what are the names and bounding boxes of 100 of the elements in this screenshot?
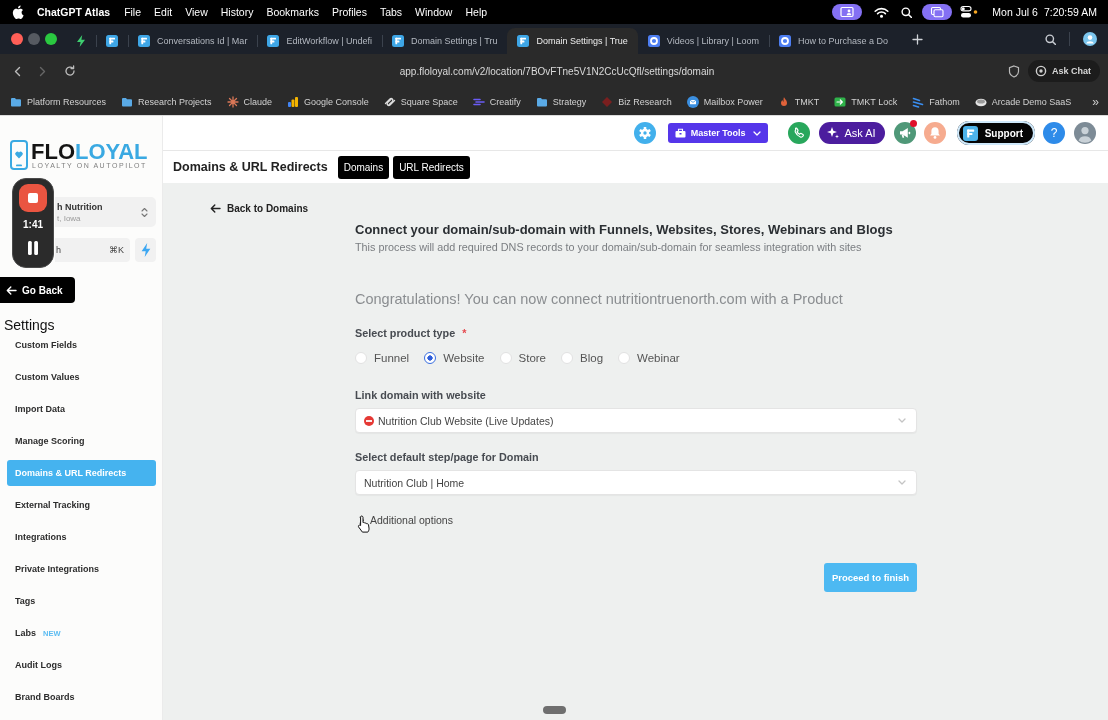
search-icon[interactable] bbox=[1045, 33, 1056, 45]
browser-tab[interactable]: EditWorkflow | Undefi bbox=[257, 28, 383, 54]
app-logo-icon bbox=[392, 35, 405, 47]
reload-icon[interactable] bbox=[64, 65, 76, 77]
menu-item[interactable]: View bbox=[185, 6, 208, 18]
envelope-icon bbox=[686, 95, 699, 108]
sidebar-item[interactable]: Manage Scoring bbox=[7, 428, 156, 454]
location-name: h Nutrition bbox=[57, 201, 104, 212]
sidebar-item[interactable]: Tags bbox=[7, 588, 156, 614]
bookmark[interactable]: Claude bbox=[226, 95, 273, 108]
page-select[interactable]: Nutrition Club | Home bbox=[355, 470, 917, 495]
ask-chat-button[interactable]: Ask Chat bbox=[1028, 60, 1100, 82]
browser-tab[interactable]: Conversations Id | Mar bbox=[128, 28, 258, 54]
help-button[interactable]: ? bbox=[1043, 122, 1065, 144]
ring-icon bbox=[778, 35, 791, 47]
sidebar-item[interactable]: Brand Boards bbox=[7, 684, 156, 710]
sidebar-item[interactable]: External Tracking bbox=[7, 492, 156, 518]
maximize-icon[interactable] bbox=[45, 33, 57, 45]
search-input[interactable]: h bbox=[56, 245, 109, 255]
bookmark[interactable]: Fathom bbox=[912, 95, 960, 108]
radio-button[interactable] bbox=[424, 352, 437, 364]
bar-chart-icon bbox=[287, 95, 300, 108]
radio-label[interactable]: Webinar bbox=[637, 352, 680, 364]
menu-item[interactable]: Edit bbox=[154, 6, 173, 18]
close-icon[interactable] bbox=[11, 33, 23, 45]
page-title: Domains & URL Redirects bbox=[173, 160, 328, 174]
nav-tab[interactable]: Domains bbox=[337, 155, 390, 179]
bookmark[interactable]: Research Projects bbox=[121, 95, 212, 108]
back-icon[interactable] bbox=[14, 65, 21, 77]
menu-item[interactable]: Bookmarks bbox=[266, 6, 319, 18]
required-mark: * bbox=[462, 327, 467, 340]
back-link[interactable]: Back to Domains bbox=[210, 201, 309, 216]
menu-item[interactable]: History bbox=[220, 6, 254, 18]
folder-icon bbox=[121, 95, 134, 108]
megaphone-icon[interactable] bbox=[893, 122, 916, 144]
app-menu[interactable]: ChatGPT Atlas bbox=[37, 6, 111, 18]
ask-ai-button[interactable]: Ask AI bbox=[819, 122, 885, 144]
browser-tab[interactable]: Domain Settings | True bbox=[507, 28, 638, 54]
app-logo-icon bbox=[106, 35, 118, 47]
shield-icon[interactable] bbox=[1008, 64, 1020, 78]
master-tools-button[interactable]: Master Tools bbox=[667, 123, 769, 143]
sidebar-item[interactable]: Custom Values bbox=[7, 364, 156, 390]
pause-icon[interactable] bbox=[27, 240, 39, 256]
menu-item[interactable]: Window bbox=[415, 6, 453, 18]
radio-label[interactable]: Website bbox=[443, 352, 485, 364]
control-center-icon[interactable] bbox=[960, 5, 979, 19]
bookmark[interactable]: Square Space bbox=[383, 95, 458, 108]
radio-label[interactable]: Funnel bbox=[374, 352, 410, 364]
shortcut-hint: ⌘K bbox=[109, 245, 124, 255]
windows-icon[interactable] bbox=[922, 4, 953, 20]
sidebar-item[interactable]: Private Integrations bbox=[7, 556, 156, 582]
menu-item[interactable]: File bbox=[124, 6, 142, 18]
bookmark[interactable]: Biz Research bbox=[601, 95, 672, 108]
bookmark[interactable]: TMKT Lock bbox=[834, 95, 898, 108]
menu-item[interactable]: Profiles bbox=[331, 6, 367, 18]
folder-icon bbox=[10, 95, 22, 108]
bookmark[interactable]: Mailbox Power bbox=[686, 95, 763, 108]
hand-cursor-icon bbox=[357, 515, 371, 533]
bookmark[interactable]: Strategy bbox=[535, 95, 587, 108]
website-select[interactable]: Nutrition Club Website (Live Updates) bbox=[355, 408, 917, 433]
phone-icon[interactable] bbox=[788, 122, 811, 144]
bookmark[interactable]: Creatify bbox=[472, 95, 521, 108]
success-message: Congratulations! You can now connect nutritiontruenorth.com with a Product bbox=[355, 291, 843, 308]
bookmark[interactable]: TMKT bbox=[777, 95, 820, 108]
field-label: Select product type bbox=[355, 327, 456, 340]
search-field[interactable]: h ⌘K bbox=[55, 238, 130, 262]
menu-item[interactable]: Help bbox=[465, 6, 488, 18]
app-logo-icon bbox=[138, 35, 150, 47]
slashes-icon bbox=[912, 95, 925, 108]
radio-label[interactable]: Store bbox=[518, 352, 546, 364]
search-icon[interactable] bbox=[901, 6, 913, 18]
nav-tab[interactable]: URL Redirects bbox=[393, 155, 470, 179]
location-switcher[interactable]: h Nutrition t, Iowa bbox=[55, 197, 156, 227]
sidebar-item[interactable]: Integrations bbox=[7, 524, 156, 550]
screen-share-icon[interactable] bbox=[832, 4, 863, 20]
stop-icon[interactable] bbox=[19, 184, 47, 212]
browser-tab[interactable]: Domain Settings | Tru bbox=[382, 28, 508, 54]
sidebar-title: Settings bbox=[4, 318, 56, 332]
browser-tab[interactable]: Videos | Library | Loom bbox=[637, 28, 769, 54]
sidebar-item[interactable]: Audit Logs bbox=[7, 652, 156, 678]
bookmark[interactable]: Arcade Demo SaaS bbox=[974, 95, 1072, 108]
sidebar-item[interactable]: Import Data bbox=[7, 396, 156, 422]
address-field[interactable]: app.floloyal.com/v2/location/7BOvFTne5V1N2CcUcQfl/settings/domain bbox=[399, 65, 715, 77]
sidebar-item[interactable]: Custom Fields bbox=[7, 332, 156, 358]
browser-tab[interactable]: How to Purchase a Do bbox=[768, 28, 898, 54]
more-bookmarks[interactable]: » bbox=[1092, 94, 1099, 109]
profile-avatar-icon[interactable] bbox=[1083, 32, 1097, 46]
apple-icon[interactable] bbox=[12, 5, 24, 19]
bolt-icon bbox=[76, 35, 86, 47]
avatar-icon[interactable] bbox=[1074, 122, 1096, 144]
radio-label[interactable]: Blog bbox=[580, 352, 604, 364]
knot-icon bbox=[383, 95, 396, 108]
plus-icon[interactable] bbox=[911, 33, 923, 45]
go-back-button[interactable]: Go Back bbox=[0, 277, 75, 303]
bookmark[interactable]: Google Console bbox=[287, 95, 369, 108]
support-button[interactable]: Support bbox=[956, 121, 1035, 145]
menu-item[interactable]: Tabs bbox=[379, 6, 403, 18]
forward-icon[interactable] bbox=[39, 65, 46, 77]
wifi-icon[interactable] bbox=[874, 6, 890, 18]
bookmark[interactable]: Platform Resources bbox=[10, 95, 107, 108]
